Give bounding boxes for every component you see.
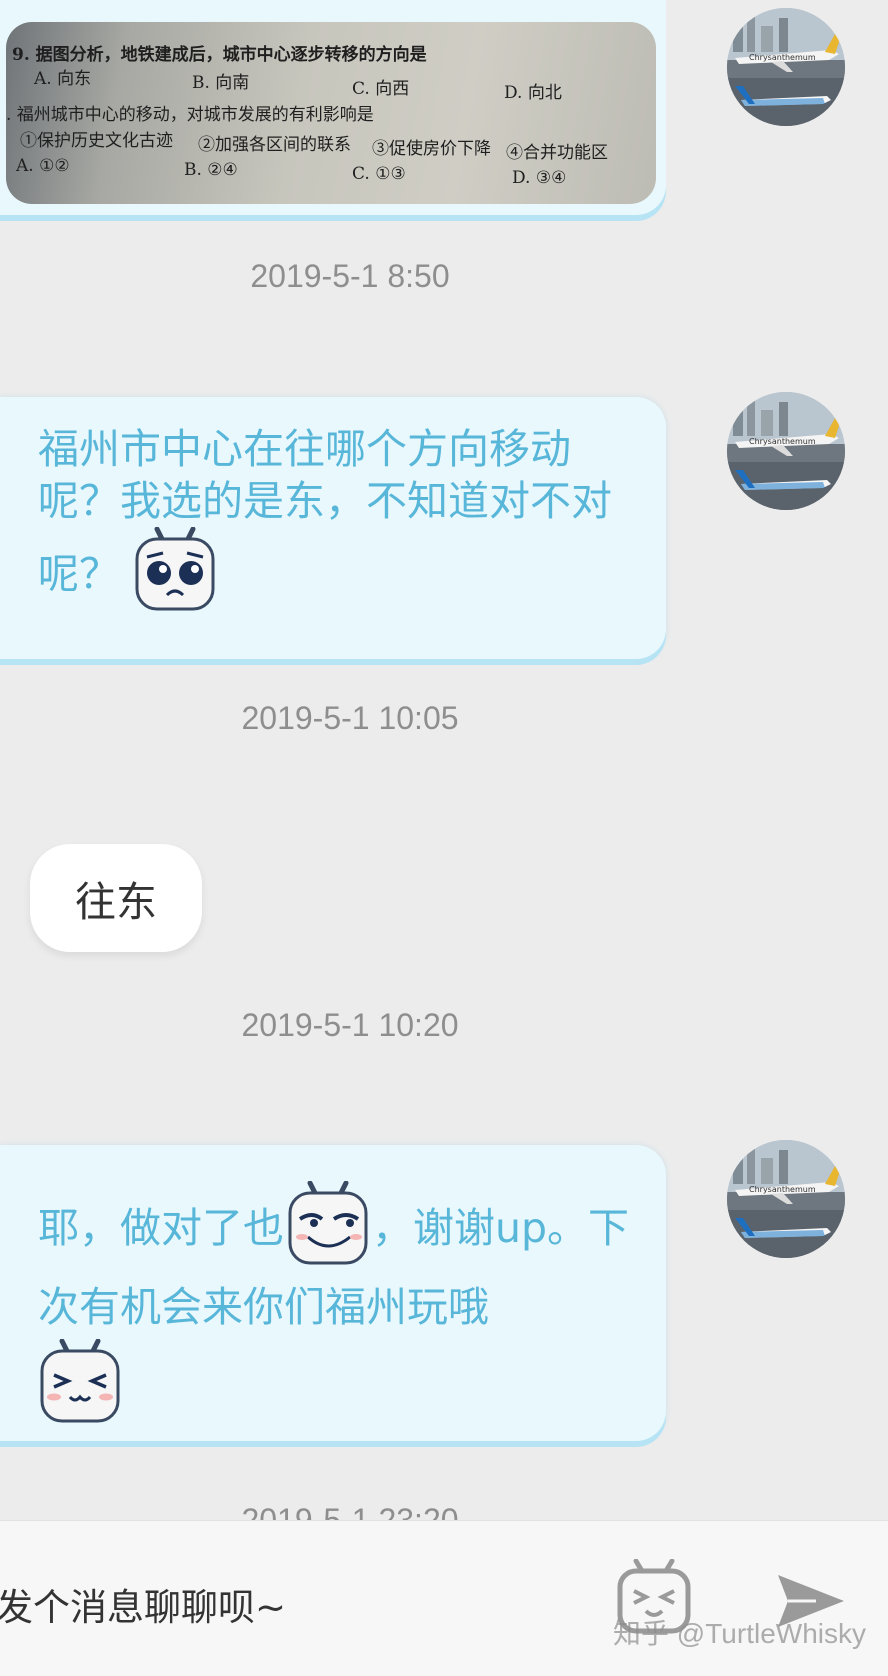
photo-text: 9. 据图分析，地铁建成后，城市中心逐步转移的方向是 xyxy=(12,45,427,65)
incoming-message-bubble[interactable]: 耶，做对了也 ，谢谢up。下次有机会来你们福州玩哦 xyxy=(0,1145,666,1441)
laughing-emoji-icon xyxy=(38,1338,122,1439)
outgoing-message-bubble[interactable]: 往东 xyxy=(30,844,202,952)
photo-text: D. 向北 xyxy=(504,83,562,103)
avatar[interactable]: Chrysanthemum xyxy=(727,1140,845,1258)
photo-text: ①保护历史文化古迹 xyxy=(20,131,173,151)
svg-text:Chrysanthemum: Chrysanthemum xyxy=(749,53,816,62)
photo-text: C. 向西 xyxy=(352,79,410,99)
airplane-avatar-icon: Chrysanthemum xyxy=(727,1140,845,1258)
svg-text:Chrysanthemum: Chrysanthemum xyxy=(749,437,816,446)
timestamp: 2019-5-1 10:20 xyxy=(241,1007,459,1043)
photo-text: A. ①② xyxy=(16,156,70,176)
photo-text: B. 向南 xyxy=(192,73,250,93)
photo-text: B. ②④ xyxy=(184,160,238,180)
incoming-message-bubble[interactable]: 福州市中心在往哪个方向移动呢？我选的是东，不知道对不对呢？ xyxy=(0,397,666,659)
photo-text: C. ①③ xyxy=(352,164,406,184)
photo-text: ②加强各区间的联系 xyxy=(198,135,351,155)
timestamp: 2019-5-1 8:50 xyxy=(250,258,450,294)
message-text: 往东 xyxy=(75,878,157,926)
timestamp: 2019-5-1 10:05 xyxy=(241,700,459,736)
watermark: 知乎 @TurtleWhisky xyxy=(613,1618,866,1649)
svg-text:Chrysanthemum: Chrysanthemum xyxy=(749,1185,816,1194)
message-text: 福州市中心在往哪个方向移动呢？我选的是东，不知道对不对呢？ xyxy=(38,425,612,598)
message-input-bar: 发个消息聊聊呗~ 知乎 @TurtleWhisky xyxy=(0,1520,888,1676)
timestamp: 2019-5-1 23:20 xyxy=(241,1502,459,1520)
photo-text: ④合并功能区 xyxy=(506,143,608,163)
photo-text: . 福州城市中心的移动，对城市发展的有利影响是 xyxy=(6,105,374,125)
airplane-avatar-icon: Chrysanthemum xyxy=(727,392,845,510)
photo-text: A. 向东 xyxy=(34,69,92,89)
avatar[interactable]: Chrysanthemum xyxy=(727,392,845,510)
airplane-avatar-icon: Chrysanthemum xyxy=(727,8,845,126)
teary-eyes-emoji-icon xyxy=(133,526,217,627)
image-message-bubble[interactable]: 9. 据图分析，地铁建成后，城市中心逐步转移的方向是 A. 向东 B. 向南 C… xyxy=(0,0,666,215)
photo-text: ③促使房价下降 xyxy=(372,139,491,159)
smug-grin-emoji-icon xyxy=(286,1180,370,1281)
message-text: 耶，做对了也 xyxy=(38,1204,284,1252)
avatar[interactable]: Chrysanthemum xyxy=(727,8,845,126)
question-photo[interactable]: 9. 据图分析，地铁建成后，城市中心逐步转移的方向是 A. 向东 B. 向南 C… xyxy=(6,22,656,204)
photo-text: D. ③④ xyxy=(512,168,567,188)
message-input[interactable]: 发个消息聊聊呗~ xyxy=(0,1577,286,1631)
chat-area[interactable]: 9. 据图分析，地铁建成后，城市中心逐步转移的方向是 A. 向东 B. 向南 C… xyxy=(0,0,888,1520)
